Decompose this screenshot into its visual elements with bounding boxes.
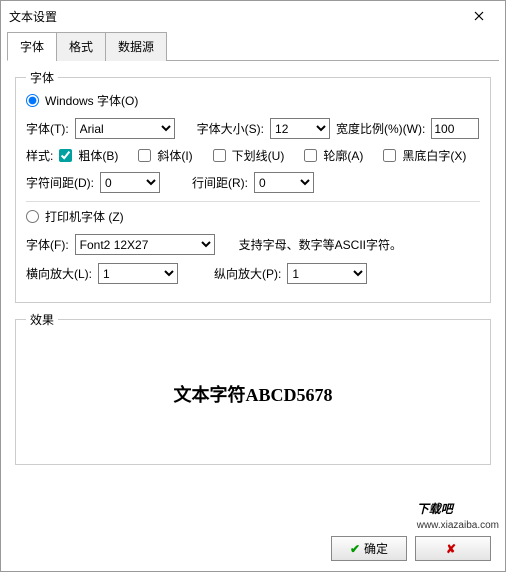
invert-checkbox[interactable]: 黑底白字(X) [383, 147, 466, 164]
tab-format[interactable]: 格式 [56, 32, 106, 61]
bold-checkbox[interactable]: 粗体(B) [59, 147, 118, 164]
linespace-label: 行间距(R): [192, 174, 248, 191]
font-label: 字体(T): [26, 120, 69, 137]
size-label: 字体大小(S): [197, 120, 264, 137]
preview-text: 文本字符ABCD5678 [26, 334, 480, 454]
underline-checkbox[interactable]: 下划线(U) [213, 147, 285, 164]
tab-bar: 字体 格式 数据源 [7, 31, 499, 61]
font-group: 字体 Windows 字体(O) 字体(T): Arial 字体大小(S): 1… [15, 69, 491, 303]
watermark: 下载吧 www.xiazaiba.com [417, 489, 499, 531]
width-input[interactable] [431, 118, 479, 139]
close-icon [474, 11, 484, 21]
windows-font-radio-input[interactable] [26, 94, 39, 107]
tab-font[interactable]: 字体 [7, 32, 57, 61]
charspace-select[interactable]: 0 [100, 172, 160, 193]
check-icon: ✔ [350, 542, 360, 556]
windows-font-radio-label: Windows 字体(O) [45, 92, 138, 109]
width-label: 宽度比例(%)(W): [336, 120, 425, 137]
charspace-label: 字符间距(D): [26, 174, 94, 191]
effect-legend: 效果 [26, 311, 58, 328]
x-icon: ✘ [446, 542, 456, 556]
effect-group: 效果 文本字符ABCD5678 [15, 311, 491, 465]
printer-font-select[interactable]: Font2 12X27 [75, 234, 215, 255]
vscale-select[interactable]: 1 [287, 263, 367, 284]
cancel-button[interactable]: ✘ [415, 536, 491, 561]
linespace-select[interactable]: 0 [254, 172, 314, 193]
close-button[interactable] [461, 2, 497, 30]
printer-font-radio-label: 打印机字体 (Z) [45, 208, 124, 225]
printer-font-radio[interactable]: 打印机字体 (Z) [26, 208, 124, 225]
style-label: 样式: [26, 147, 53, 164]
vscale-label: 纵向放大(P): [214, 265, 281, 282]
font-select[interactable]: Arial [75, 118, 175, 139]
size-select[interactable]: 12 [270, 118, 330, 139]
hscale-label: 横向放大(L): [26, 265, 92, 282]
hscale-select[interactable]: 1 [98, 263, 178, 284]
windows-font-radio[interactable]: Windows 字体(O) [26, 92, 138, 109]
printer-font-label: 字体(F): [26, 236, 69, 253]
ok-button[interactable]: ✔ 确定 [331, 536, 407, 561]
printer-font-note: 支持字母、数字等ASCII字符。 [239, 236, 402, 253]
outline-checkbox[interactable]: 轮廓(A) [304, 147, 363, 164]
font-group-legend: 字体 [26, 69, 58, 86]
italic-checkbox[interactable]: 斜体(I) [138, 147, 192, 164]
ok-button-label: 确定 [364, 540, 388, 557]
separator [26, 201, 480, 202]
tab-datasource[interactable]: 数据源 [105, 32, 167, 61]
window-title: 文本设置 [9, 8, 461, 25]
printer-font-radio-input[interactable] [26, 210, 39, 223]
